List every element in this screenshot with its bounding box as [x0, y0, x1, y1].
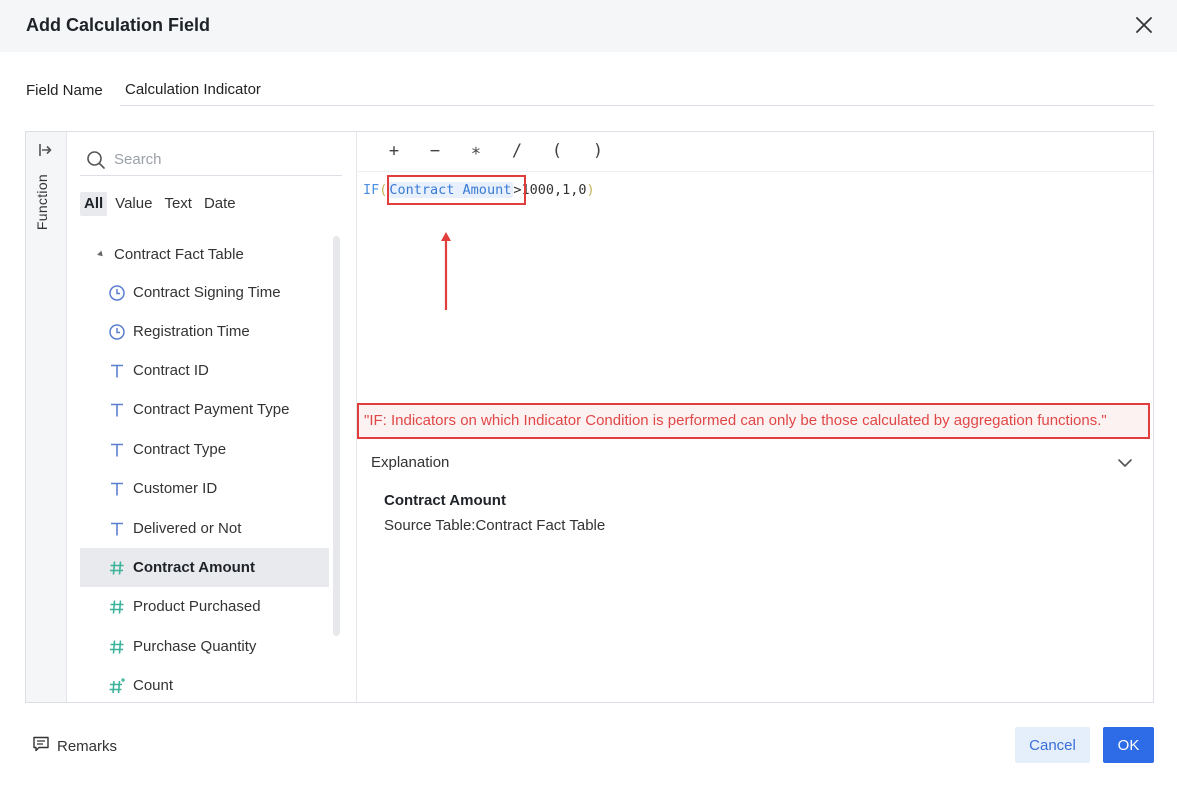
number-type-icon [108, 638, 126, 656]
field-item-registration-time[interactable]: Registration Time [80, 312, 329, 351]
filter-tab-text[interactable]: Text [160, 192, 196, 216]
field-item-contract-signing-time[interactable]: Contract Signing Time [80, 273, 329, 312]
text-type-icon [108, 362, 126, 380]
field-item-label: Purchase Quantity [133, 638, 257, 655]
close-paren-button[interactable]: ) [587, 140, 609, 162]
chevron-down-icon[interactable] [1115, 453, 1135, 473]
function-label: Function [34, 174, 50, 231]
tree-group-contract-fact-table[interactable]: Contract Fact Table [97, 244, 244, 264]
number-type-icon [108, 559, 126, 577]
annotation-up-arrow-icon [438, 230, 454, 317]
annotation-highlight-box [387, 175, 526, 205]
filter-tab-value[interactable]: Value [111, 192, 156, 216]
text-type-icon [108, 401, 126, 419]
remarks-button[interactable]: Remarks [32, 735, 117, 757]
multiply-operator-button[interactable]: ∗ [465, 140, 487, 162]
calculation-panel: Function All Value Text Date Contract Fa… [25, 131, 1154, 703]
tree-group-label: Contract Fact Table [114, 245, 244, 263]
text-type-icon [108, 520, 126, 538]
formula-editor: + − ∗ / ( ) IF(Contract Amount >1000,1,0)… [357, 132, 1153, 702]
cancel-button[interactable]: Cancel [1015, 727, 1090, 763]
field-item-contract-type[interactable]: Contract Type [80, 430, 329, 469]
field-item-purchase-quantity[interactable]: Purchase Quantity [80, 627, 329, 666]
field-item-count[interactable]: Count [80, 666, 329, 702]
explanation-field-name: Contract Amount [384, 492, 506, 509]
field-item-label: Product Purchased [133, 598, 261, 615]
field-item-label: Registration Time [133, 323, 250, 340]
dialog-header: Add Calculation Field [0, 0, 1177, 52]
divide-operator-button[interactable]: / [506, 140, 528, 162]
minus-operator-button[interactable]: − [424, 140, 446, 162]
formula-function: IF [363, 182, 380, 198]
comment-icon [32, 735, 50, 757]
field-item-label: Contract Payment Type [133, 401, 290, 418]
operator-toolbar: + − ∗ / ( ) [358, 132, 1153, 172]
search-input[interactable] [114, 146, 334, 172]
expand-arrow-icon [38, 142, 54, 163]
field-item-label: Delivered or Not [133, 520, 242, 537]
explanation-header[interactable]: Explanation [371, 454, 449, 471]
field-item-contract-id[interactable]: Contract ID [80, 351, 329, 390]
field-name-input[interactable] [120, 74, 1154, 106]
field-name-label: Field Name [26, 82, 103, 99]
field-list-scrollbar[interactable] [333, 236, 340, 636]
dialog-title: Add Calculation Field [26, 15, 211, 35]
caret-down-icon [97, 250, 105, 258]
formula-close-paren: ) [586, 182, 595, 198]
count-icon [108, 677, 126, 695]
remarks-label: Remarks [57, 737, 118, 755]
search-box [80, 142, 342, 176]
filter-tab-date[interactable]: Date [200, 192, 240, 216]
field-item-label: Contract Type [133, 441, 227, 458]
filter-tab-all[interactable]: All [80, 192, 108, 216]
ok-button[interactable]: OK [1103, 727, 1154, 763]
field-item-label: Contract ID [133, 362, 209, 379]
filter-tabs: All Value Text Date [80, 192, 240, 216]
text-type-icon [108, 441, 126, 459]
field-item-customer-id[interactable]: Customer ID [80, 469, 329, 508]
field-item-contract-amount[interactable]: Contract Amount [80, 548, 329, 587]
field-item-label: Customer ID [133, 480, 218, 497]
text-type-icon [108, 480, 126, 498]
plus-operator-button[interactable]: + [383, 140, 405, 162]
close-icon[interactable] [1131, 12, 1157, 38]
field-item-delivered-or-not[interactable]: Delivered or Not [80, 509, 329, 548]
error-message: "IF: Indicators on which Indicator Condi… [357, 403, 1150, 439]
field-item-contract-payment-type[interactable]: Contract Payment Type [80, 390, 329, 429]
clock-icon [108, 323, 126, 341]
field-item-product-purchased[interactable]: Product Purchased [80, 587, 329, 626]
field-item-label: Count [133, 677, 174, 694]
field-list-panel: All Value Text Date Contract Fact Table … [68, 132, 357, 702]
function-panel-toggle[interactable]: Function [26, 132, 67, 702]
open-paren-button[interactable]: ( [546, 140, 568, 162]
field-item-label: Contract Signing Time [133, 284, 281, 301]
explanation-source-table: Source Table:Contract Fact Table [384, 517, 606, 534]
field-item-label: Contract Amount [133, 559, 255, 576]
number-type-icon [108, 598, 126, 616]
search-icon [86, 150, 106, 175]
clock-icon [108, 284, 126, 302]
